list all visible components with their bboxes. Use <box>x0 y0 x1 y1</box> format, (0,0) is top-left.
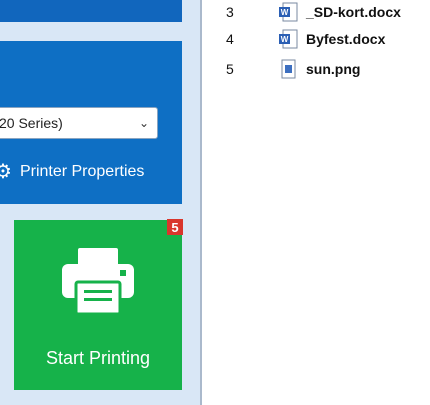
start-printing-label: Start Printing <box>45 348 151 368</box>
file-row[interactable]: 5 sun.png <box>202 57 430 81</box>
image-file-icon <box>281 59 296 79</box>
gear-icon: ⚙ <box>0 161 12 183</box>
printer-panel: 20 Series) ⌄ ⚙ Printer Properties <box>0 41 182 204</box>
left-pane: 20 Series) ⌄ ⚙ Printer Properties Start … <box>0 0 200 405</box>
file-name: Byfest.docx <box>306 31 386 47</box>
file-number: 5 <box>226 61 234 77</box>
step-badge: 5 <box>167 219 183 235</box>
word-doc-icon: W <box>279 29 298 49</box>
file-name: sun.png <box>306 61 361 77</box>
printer-properties-label: Printer Properties <box>19 163 145 180</box>
word-doc-icon: W <box>279 2 298 22</box>
printer-select[interactable]: 20 Series) ⌄ <box>0 107 158 139</box>
file-row[interactable]: 3 W _SD-kort.docx <box>202 0 430 24</box>
file-name: _SD-kort.docx <box>306 4 401 20</box>
file-number: 3 <box>226 4 234 20</box>
printer-properties-button[interactable]: ⚙ Printer Properties <box>0 159 144 185</box>
file-number: 4 <box>226 31 234 47</box>
file-list: 3 W _SD-kort.docx 4 W Byfest.docx 5 sun.… <box>202 0 430 405</box>
top-tile[interactable] <box>0 0 182 22</box>
file-row[interactable]: 4 W Byfest.docx <box>202 27 430 51</box>
chevron-down-icon: ⌄ <box>138 116 149 130</box>
start-printing-button[interactable]: Start Printing <box>14 220 182 390</box>
svg-text:W: W <box>281 35 289 44</box>
printer-select-value: 20 Series) <box>0 115 63 131</box>
printer-icon <box>62 248 134 314</box>
svg-text:W: W <box>281 8 289 17</box>
